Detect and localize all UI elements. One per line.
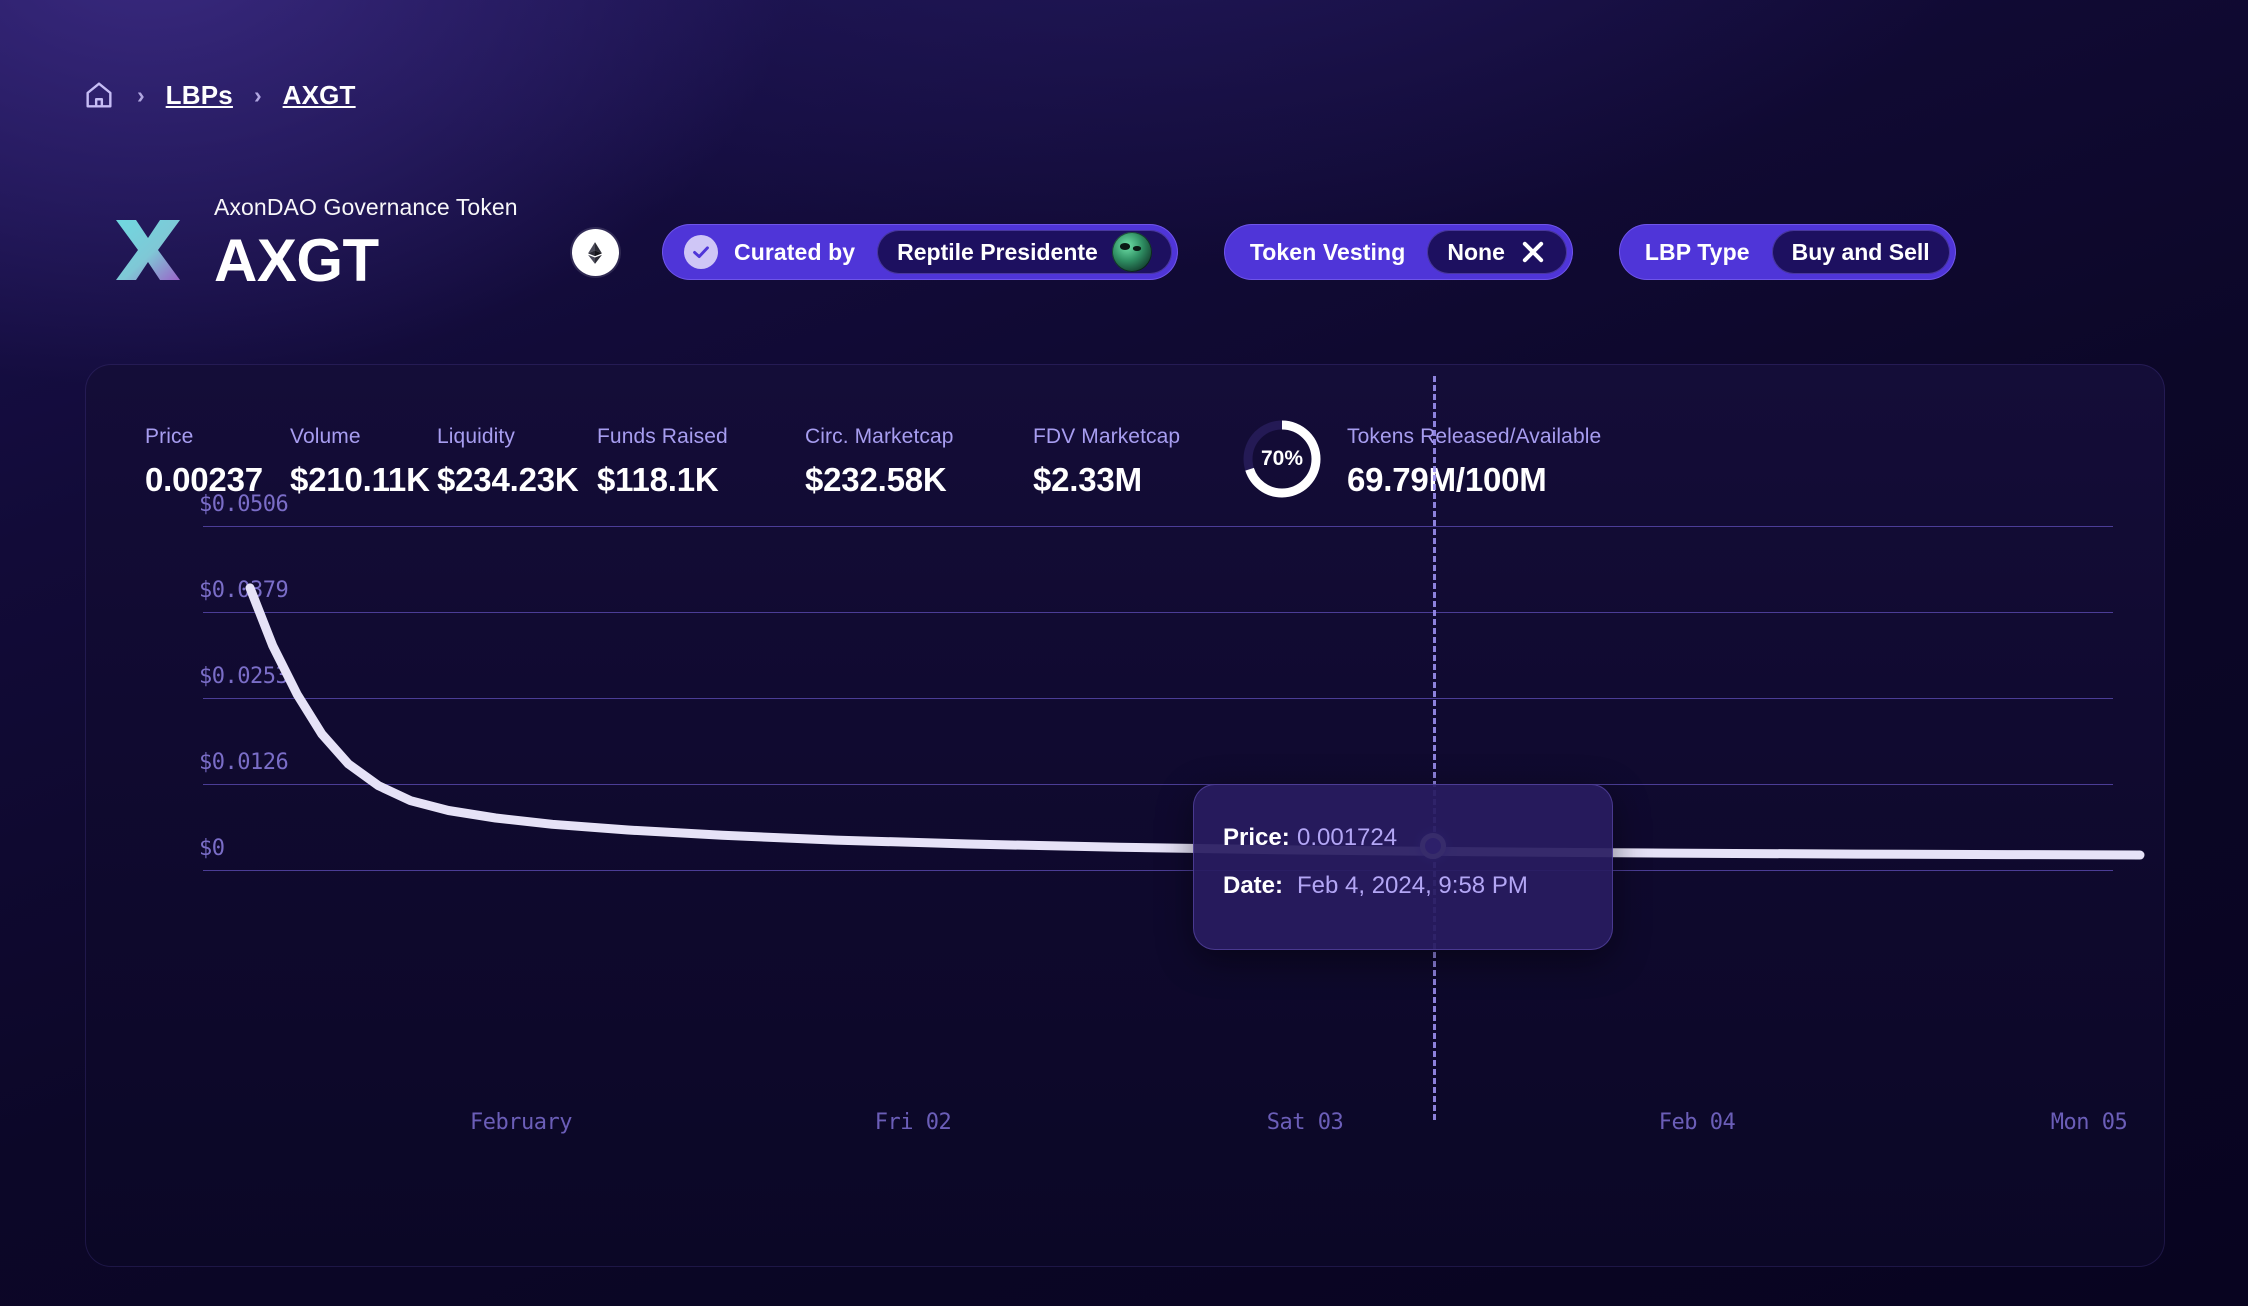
xtick-label-3: Feb 04 (1659, 1110, 1735, 1135)
token-header: AxonDAO Governance Token AXGT (110, 196, 619, 291)
token-vesting-label: Token Vesting (1224, 239, 1428, 266)
curated-by-label: Curated by (718, 239, 877, 266)
chart-crosshair (1433, 376, 1436, 1120)
price-series (85, 502, 2165, 1122)
stat-funds-raised: Funds Raised $118.1K (597, 426, 805, 496)
stat-volume: Volume $210.11K (290, 426, 437, 496)
ring-percent-label: 70% (1241, 418, 1323, 500)
lbp-type-value[interactable]: Buy and Sell (1772, 230, 1950, 274)
breadcrumb-home-link[interactable] (82, 78, 116, 112)
stat-circ-marketcap: Circ. Marketcap $232.58K (805, 426, 1033, 496)
token-title-block: AxonDAO Governance Token AXGT (214, 196, 518, 291)
breadcrumb: › LBPs › AXGT (82, 78, 356, 112)
token-vesting-pill[interactable]: Token Vesting None (1224, 224, 1573, 280)
page-root: › LBPs › AXGT AxonDAO Governance Token A… (0, 0, 2248, 1306)
stat-circ-marketcap-value: $232.58K (805, 463, 1033, 496)
xtick-label-2: Sat 03 (1267, 1110, 1343, 1135)
stat-price: Price 0.00237 (145, 426, 290, 496)
tooltip-date-value: Feb 4, 2024, 9:58 PM (1297, 872, 1528, 900)
tokens-released-label: Tokens Released/Available (1347, 426, 1601, 447)
token-meta-pills: Curated by Reptile Presidente Token Vest… (662, 224, 1956, 280)
chart-card: Price 0.00237 Volume $210.11K Liquidity … (85, 364, 2165, 1267)
close-x-icon (1519, 238, 1547, 266)
tooltip-date-key: Date: (1223, 872, 1297, 900)
tooltip-date-row: Date: Feb 4, 2024, 9:58 PM (1223, 872, 1613, 900)
chart-tooltip: Price: 0.001724 Date: Feb 4, 2024, 9:58 … (1193, 784, 1613, 950)
stat-liquidity: Liquidity $234.23K (437, 426, 597, 496)
stat-volume-value: $210.11K (290, 463, 437, 496)
stat-fdv-marketcap: FDV Marketcap $2.33M (1033, 426, 1183, 496)
stat-volume-label: Volume (290, 426, 437, 447)
stat-funds-raised-label: Funds Raised (597, 426, 805, 447)
curator-name: Reptile Presidente (897, 239, 1098, 266)
xtick-label-4: Mon 05 (2051, 1110, 2127, 1135)
token-vesting-value[interactable]: None (1427, 230, 1567, 274)
breadcrumb-item-axgt[interactable]: AXGT (283, 80, 356, 111)
stats-row: Price 0.00237 Volume $210.11K Liquidity … (145, 418, 1601, 496)
tooltip-price-key: Price: (1223, 824, 1297, 852)
breadcrumb-separator-2: › (254, 84, 262, 107)
check-circle-icon (684, 235, 718, 269)
curated-by-pill[interactable]: Curated by Reptile Presidente (662, 224, 1178, 280)
tokens-released-ring: 70% (1241, 418, 1323, 500)
price-chart[interactable]: $0.0506 $0.0379 $0.0253 $0.0126 $0 Price… (85, 502, 2165, 1122)
lbp-type-pill[interactable]: LBP Type Buy and Sell (1619, 224, 1956, 280)
axgt-logo-icon (110, 206, 186, 282)
lbp-type-value-text: Buy and Sell (1792, 239, 1930, 266)
breadcrumb-item-lbps[interactable]: LBPs (166, 80, 233, 111)
stat-tokens-released: Tokens Released/Available 69.79M/100M (1347, 426, 1601, 496)
stat-funds-raised-value: $118.1K (597, 463, 805, 496)
xtick-label-0: February (470, 1110, 572, 1135)
xtick-label-1: Fri 02 (875, 1110, 951, 1135)
ethereum-icon (572, 229, 619, 276)
stat-fdv-marketcap-value: $2.33M (1033, 463, 1183, 496)
tokens-released-value: 69.79M/100M (1347, 463, 1601, 496)
stat-circ-marketcap-label: Circ. Marketcap (805, 426, 1033, 447)
stat-fdv-marketcap-label: FDV Marketcap (1033, 426, 1183, 447)
home-icon (82, 78, 116, 112)
stat-price-label: Price (145, 426, 290, 447)
curator-value[interactable]: Reptile Presidente (877, 230, 1172, 274)
token-symbol: AXGT (214, 231, 518, 291)
curator-avatar (1112, 232, 1152, 272)
tooltip-price-row: Price: 0.001724 (1223, 824, 1613, 852)
lbp-type-label: LBP Type (1619, 239, 1772, 266)
token-name: AxonDAO Governance Token (214, 196, 518, 219)
stat-liquidity-value: $234.23K (437, 463, 597, 496)
token-vesting-value-text: None (1447, 239, 1505, 266)
stat-liquidity-label: Liquidity (437, 426, 597, 447)
breadcrumb-separator-1: › (137, 84, 145, 107)
tooltip-price-value: 0.001724 (1297, 824, 1397, 852)
